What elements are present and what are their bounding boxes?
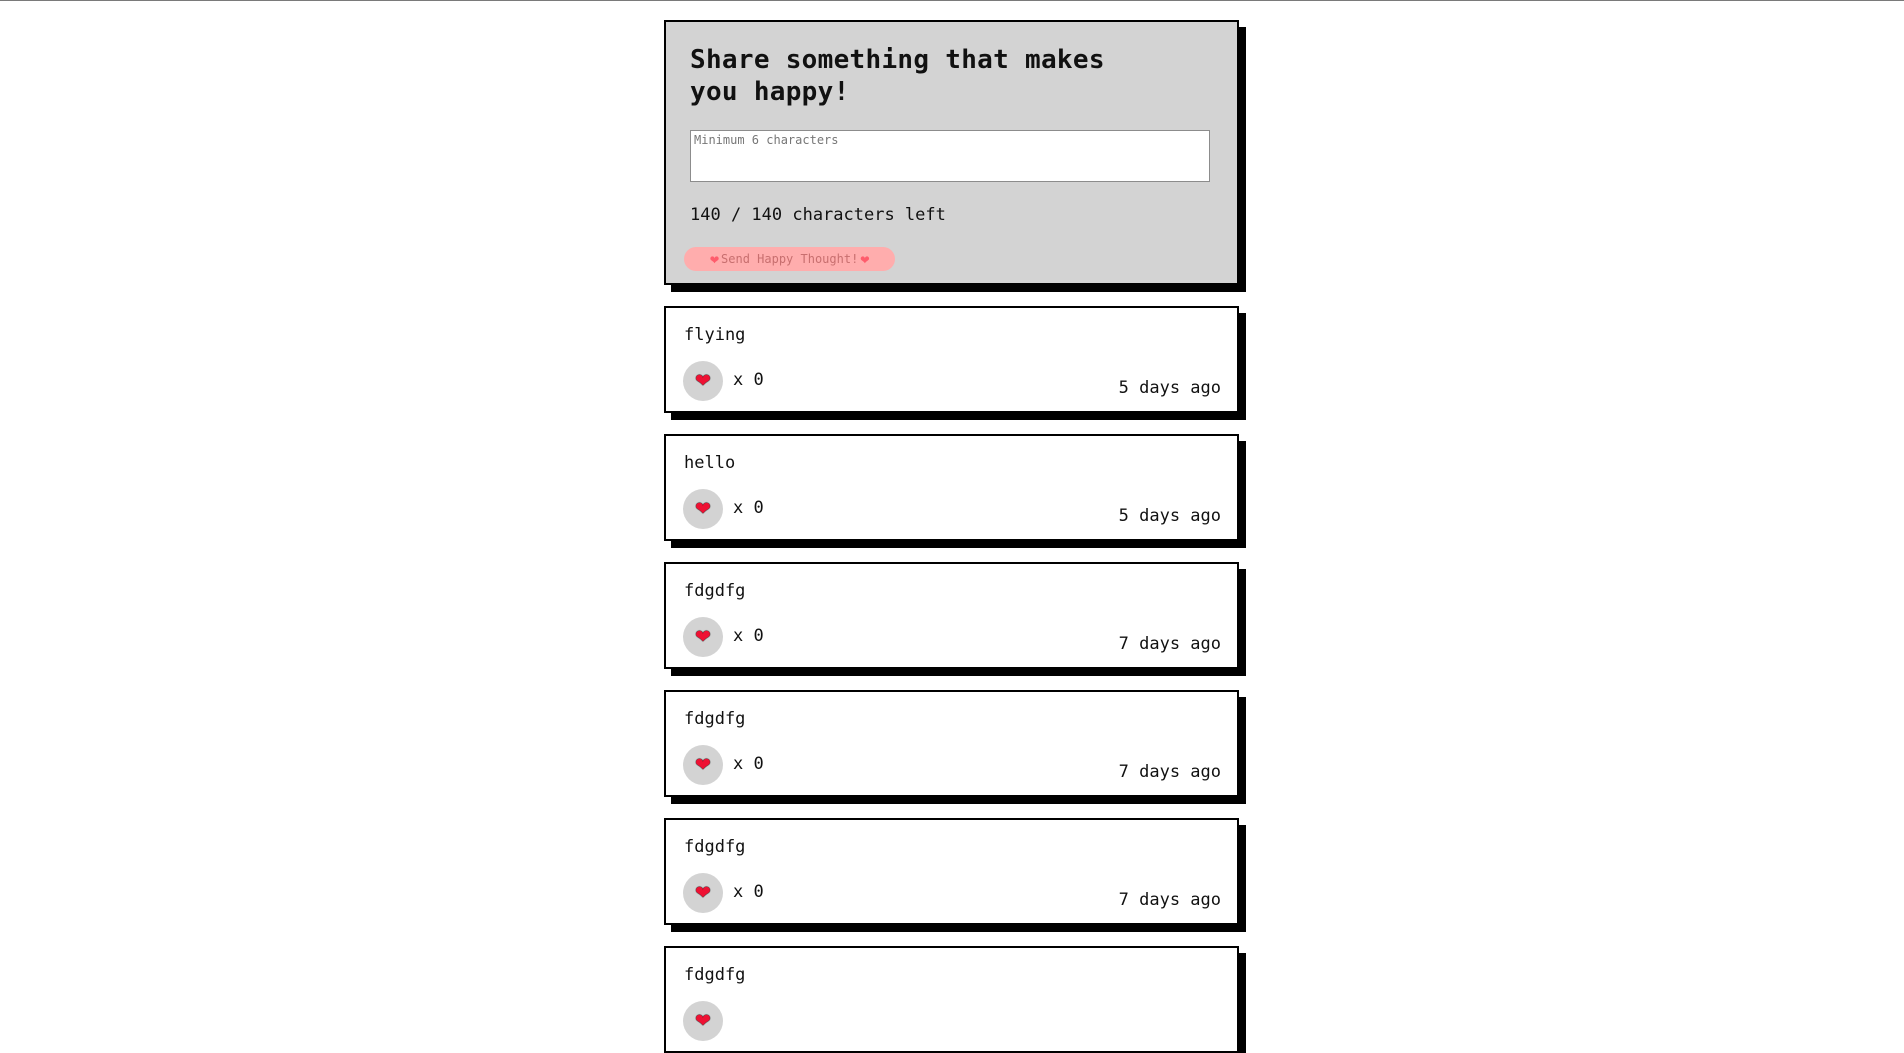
thought-input[interactable] bbox=[690, 130, 1210, 182]
thought-timestamp: 5 days ago bbox=[1118, 378, 1221, 398]
thought-message: flying bbox=[684, 325, 746, 345]
thought-form: Share something that makes you happy! 14… bbox=[664, 20, 1239, 285]
like-count: x 0 bbox=[733, 626, 764, 646]
thought-timestamp: 7 days ago bbox=[1118, 762, 1221, 782]
thought-card: fdgdfg ❤ x 0 7 days ago bbox=[664, 562, 1239, 669]
like-button[interactable]: ❤ bbox=[683, 617, 723, 657]
thought-footer: ❤ x 0 5 days ago bbox=[683, 361, 1221, 401]
thought-card: fdgdfg ❤ x 0 7 days ago bbox=[664, 690, 1239, 797]
thought-message: fdgdfg bbox=[684, 837, 746, 857]
heart-icon: ❤ bbox=[695, 370, 711, 392]
thought-footer: ❤ x 0 7 days ago bbox=[683, 617, 1221, 657]
send-button-label: Send Happy Thought! bbox=[721, 252, 859, 266]
thought-message: fdgdfg bbox=[684, 709, 746, 729]
thought-message: fdgdfg bbox=[684, 965, 746, 985]
thought-message: fdgdfg bbox=[684, 581, 746, 601]
like-count: x 0 bbox=[733, 498, 764, 518]
like-button[interactable]: ❤ bbox=[683, 489, 723, 529]
top-divider bbox=[0, 0, 1904, 1]
form-title: Share something that makes you happy! bbox=[690, 45, 1105, 107]
thought-footer: ❤ x 0 7 days ago bbox=[683, 873, 1221, 913]
thought-card: fdgdfg ❤ x 0 7 days ago bbox=[664, 818, 1239, 925]
thought-footer: ❤ bbox=[683, 1001, 1221, 1041]
thought-timestamp: 7 days ago bbox=[1118, 634, 1221, 654]
thought-footer: ❤ x 0 5 days ago bbox=[683, 489, 1221, 529]
like-button[interactable]: ❤ bbox=[683, 1001, 723, 1041]
like-count: x 0 bbox=[733, 370, 764, 390]
character-counter: 140 / 140 characters left bbox=[690, 205, 946, 225]
heart-icon: ❤ bbox=[695, 1010, 711, 1032]
like-button[interactable]: ❤ bbox=[683, 873, 723, 913]
send-happy-thought-button[interactable]: ❤ Send Happy Thought! ❤ bbox=[684, 247, 896, 271]
like-count: x 0 bbox=[733, 882, 764, 902]
thought-card: flying ❤ x 0 5 days ago bbox=[664, 306, 1239, 413]
heart-icon: ❤ bbox=[710, 249, 720, 268]
like-count: x 0 bbox=[733, 754, 764, 774]
thought-message: hello bbox=[684, 453, 736, 473]
heart-icon: ❤ bbox=[695, 498, 711, 520]
heart-icon: ❤ bbox=[695, 882, 711, 904]
thought-card: fdgdfg ❤ bbox=[664, 946, 1239, 1053]
heart-icon: ❤ bbox=[695, 754, 711, 776]
heart-icon: ❤ bbox=[695, 626, 711, 648]
thought-timestamp: 7 days ago bbox=[1118, 890, 1221, 910]
thought-timestamp: 5 days ago bbox=[1118, 506, 1221, 526]
thought-card: hello ❤ x 0 5 days ago bbox=[664, 434, 1239, 541]
heart-icon: ❤ bbox=[860, 249, 870, 268]
happy-thoughts-feed: Share something that makes you happy! 14… bbox=[664, 20, 1239, 1053]
like-button[interactable]: ❤ bbox=[683, 361, 723, 401]
like-button[interactable]: ❤ bbox=[683, 745, 723, 785]
thought-footer: ❤ x 0 7 days ago bbox=[683, 745, 1221, 785]
